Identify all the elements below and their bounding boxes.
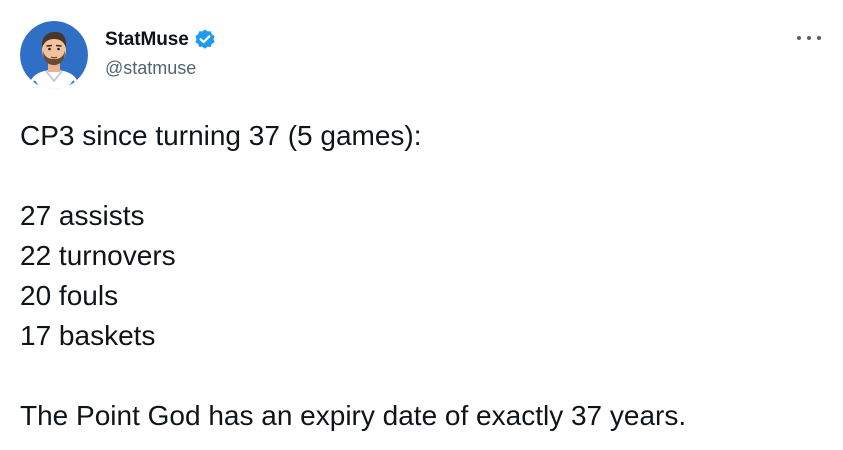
cartoon-player-avatar-icon [20, 21, 88, 89]
more-dot [817, 36, 821, 40]
more-options-icon[interactable] [797, 28, 821, 48]
more-dot [797, 36, 801, 40]
tweet-card: StatMuse @statmuse CP3 since turning 37 … [0, 0, 843, 450]
author-avatar[interactable] [20, 21, 88, 89]
stat-line: 27 assists [20, 200, 145, 231]
verified-badge-icon [193, 28, 217, 52]
tweet-intro-line: CP3 since turning 37 (5 games): [20, 120, 422, 151]
more-dot [807, 36, 811, 40]
tweet-closing-line: The Point God has an expiry date of exac… [20, 400, 687, 431]
author-name-row: StatMuse [105, 28, 217, 52]
stat-line: 20 fouls [20, 280, 119, 311]
tweet-text: CP3 since turning 37 (5 games): 27 assis… [20, 116, 830, 436]
stat-line: 22 turnovers [20, 240, 176, 271]
author-handle[interactable]: @statmuse [105, 58, 196, 79]
stat-line: 17 baskets [20, 320, 156, 351]
author-display-name[interactable]: StatMuse [105, 29, 189, 51]
